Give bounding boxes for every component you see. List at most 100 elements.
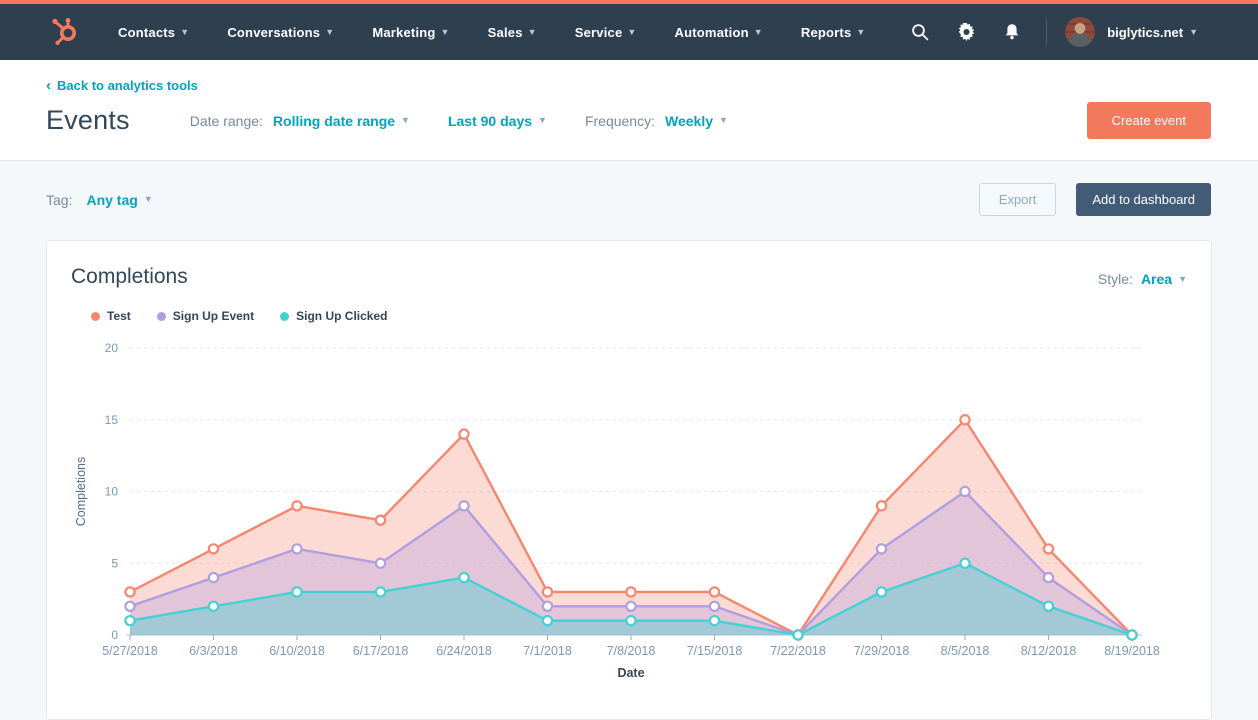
legend-item-sign-up-event[interactable]: Sign Up Event [157, 309, 254, 323]
date-range-type-dropdown[interactable]: Rolling date range▼ [273, 113, 410, 129]
data-point[interactable] [1044, 544, 1053, 553]
legend-dot-icon [91, 312, 100, 321]
chevron-down-icon: ▼ [1178, 275, 1187, 284]
main-menu: Contacts▼ Conversations▼ Marketing▼ Sale… [118, 25, 866, 40]
data-point[interactable] [710, 616, 719, 625]
data-point[interactable] [877, 544, 886, 553]
tag-label: Tag: [46, 192, 72, 208]
data-point[interactable] [376, 516, 385, 525]
data-point[interactable] [1044, 573, 1053, 582]
bell-icon[interactable] [1002, 22, 1022, 42]
data-point[interactable] [125, 602, 134, 611]
back-to-analytics-link[interactable]: ‹ Back to analytics tools [46, 78, 198, 93]
nav-divider [1046, 19, 1047, 45]
page-header: ‹ Back to analytics tools Events Date ra… [0, 60, 1258, 161]
data-point[interactable] [292, 544, 301, 553]
chart-text: Completions [74, 457, 88, 526]
chevron-down-icon: ▼ [1189, 28, 1198, 37]
data-point[interactable] [960, 415, 969, 424]
style-dropdown[interactable]: Area▼ [1141, 271, 1187, 287]
legend-item-sign-up-clicked[interactable]: Sign Up Clicked [280, 309, 387, 323]
nav-item-marketing[interactable]: Marketing▼ [372, 25, 449, 40]
data-point[interactable] [209, 573, 218, 582]
data-point[interactable] [209, 544, 218, 553]
frequency-dropdown[interactable]: Weekly▼ [665, 113, 728, 129]
data-point[interactable] [459, 573, 468, 582]
chart-text: 10 [105, 485, 119, 499]
chevron-down-icon: ▼ [180, 28, 189, 37]
navbar-right: biglytics.net▼ [884, 17, 1198, 47]
data-point[interactable] [960, 487, 969, 496]
chart-text: 8/19/2018 [1104, 644, 1160, 658]
data-point[interactable] [793, 630, 802, 639]
nav-item-reports[interactable]: Reports▼ [801, 25, 866, 40]
chevron-down-icon: ▼ [401, 116, 410, 125]
data-point[interactable] [1127, 630, 1136, 639]
nav-item-conversations[interactable]: Conversations▼ [227, 25, 334, 40]
hubspot-logo-icon[interactable] [48, 16, 82, 48]
user-avatar[interactable] [1065, 17, 1095, 47]
nav-item-service[interactable]: Service▼ [575, 25, 637, 40]
date-range-period-dropdown[interactable]: Last 90 days▼ [448, 113, 547, 129]
data-point[interactable] [626, 587, 635, 596]
chevron-down-icon: ▼ [144, 195, 153, 204]
chevron-down-icon: ▼ [528, 28, 537, 37]
title-row: Events Date range: Rolling date range▼ L… [46, 105, 1211, 136]
export-button[interactable]: Export [979, 183, 1057, 216]
search-icon[interactable] [910, 22, 930, 42]
card-header: Completions Style: Area▼ [71, 265, 1187, 289]
legend-item-test[interactable]: Test [91, 309, 131, 323]
data-point[interactable] [626, 602, 635, 611]
gear-icon[interactable] [956, 22, 976, 42]
chart-plot-area[interactable]: 051015205/27/20186/3/20186/10/20186/17/2… [71, 335, 1187, 692]
data-point[interactable] [543, 587, 552, 596]
nav-item-contacts[interactable]: Contacts▼ [118, 25, 189, 40]
chart-text: 5/27/2018 [102, 644, 158, 658]
data-point[interactable] [710, 587, 719, 596]
data-point[interactable] [1044, 602, 1053, 611]
data-point[interactable] [459, 501, 468, 510]
chevron-down-icon: ▼ [856, 28, 865, 37]
nav-item-sales[interactable]: Sales▼ [488, 25, 537, 40]
chart-text: 7/29/2018 [854, 644, 910, 658]
account-menu[interactable]: biglytics.net▼ [1107, 25, 1198, 40]
chart-text: 6/10/2018 [269, 644, 325, 658]
chevron-left-icon: ‹ [46, 78, 51, 93]
data-point[interactable] [543, 616, 552, 625]
top-navbar: Contacts▼ Conversations▼ Marketing▼ Sale… [0, 4, 1258, 60]
data-point[interactable] [877, 501, 886, 510]
add-to-dashboard-button[interactable]: Add to dashboard [1076, 183, 1211, 216]
chevron-down-icon: ▼ [627, 28, 636, 37]
chevron-down-icon: ▼ [538, 116, 547, 125]
data-point[interactable] [459, 430, 468, 439]
create-event-button[interactable]: Create event [1087, 102, 1211, 139]
data-point[interactable] [960, 559, 969, 568]
data-point[interactable] [209, 602, 218, 611]
legend-dot-icon [280, 312, 289, 321]
data-point[interactable] [543, 602, 552, 611]
chevron-down-icon: ▼ [719, 116, 728, 125]
chart-legend: Test Sign Up Event Sign Up Clicked [91, 309, 1187, 323]
data-point[interactable] [710, 602, 719, 611]
data-point[interactable] [125, 587, 134, 596]
completions-chart-card: Completions Style: Area▼ Test Sign Up Ev… [46, 240, 1212, 720]
area-chart[interactable]: 051015205/27/20186/3/20186/10/20186/17/2… [71, 335, 1187, 687]
nav-item-automation[interactable]: Automation▼ [675, 25, 763, 40]
data-point[interactable] [626, 616, 635, 625]
filter-bar: Date range: Rolling date range▼ Last 90 … [190, 113, 728, 129]
tag-dropdown[interactable]: Any tag▼ [86, 192, 152, 208]
legend-dot-icon [157, 312, 166, 321]
chart-text: 6/24/2018 [436, 644, 492, 658]
chart-text: Date [617, 666, 644, 680]
data-point[interactable] [877, 587, 886, 596]
data-point[interactable] [376, 559, 385, 568]
chart-text: 7/22/2018 [770, 644, 826, 658]
chart-text: 6/3/2018 [189, 644, 238, 658]
toolbar-actions: Export Add to dashboard [979, 183, 1211, 216]
data-point[interactable] [125, 616, 134, 625]
data-point[interactable] [376, 587, 385, 596]
data-point[interactable] [292, 587, 301, 596]
chart-text: 7/1/2018 [523, 644, 572, 658]
style-label: Style: [1098, 271, 1133, 287]
data-point[interactable] [292, 501, 301, 510]
